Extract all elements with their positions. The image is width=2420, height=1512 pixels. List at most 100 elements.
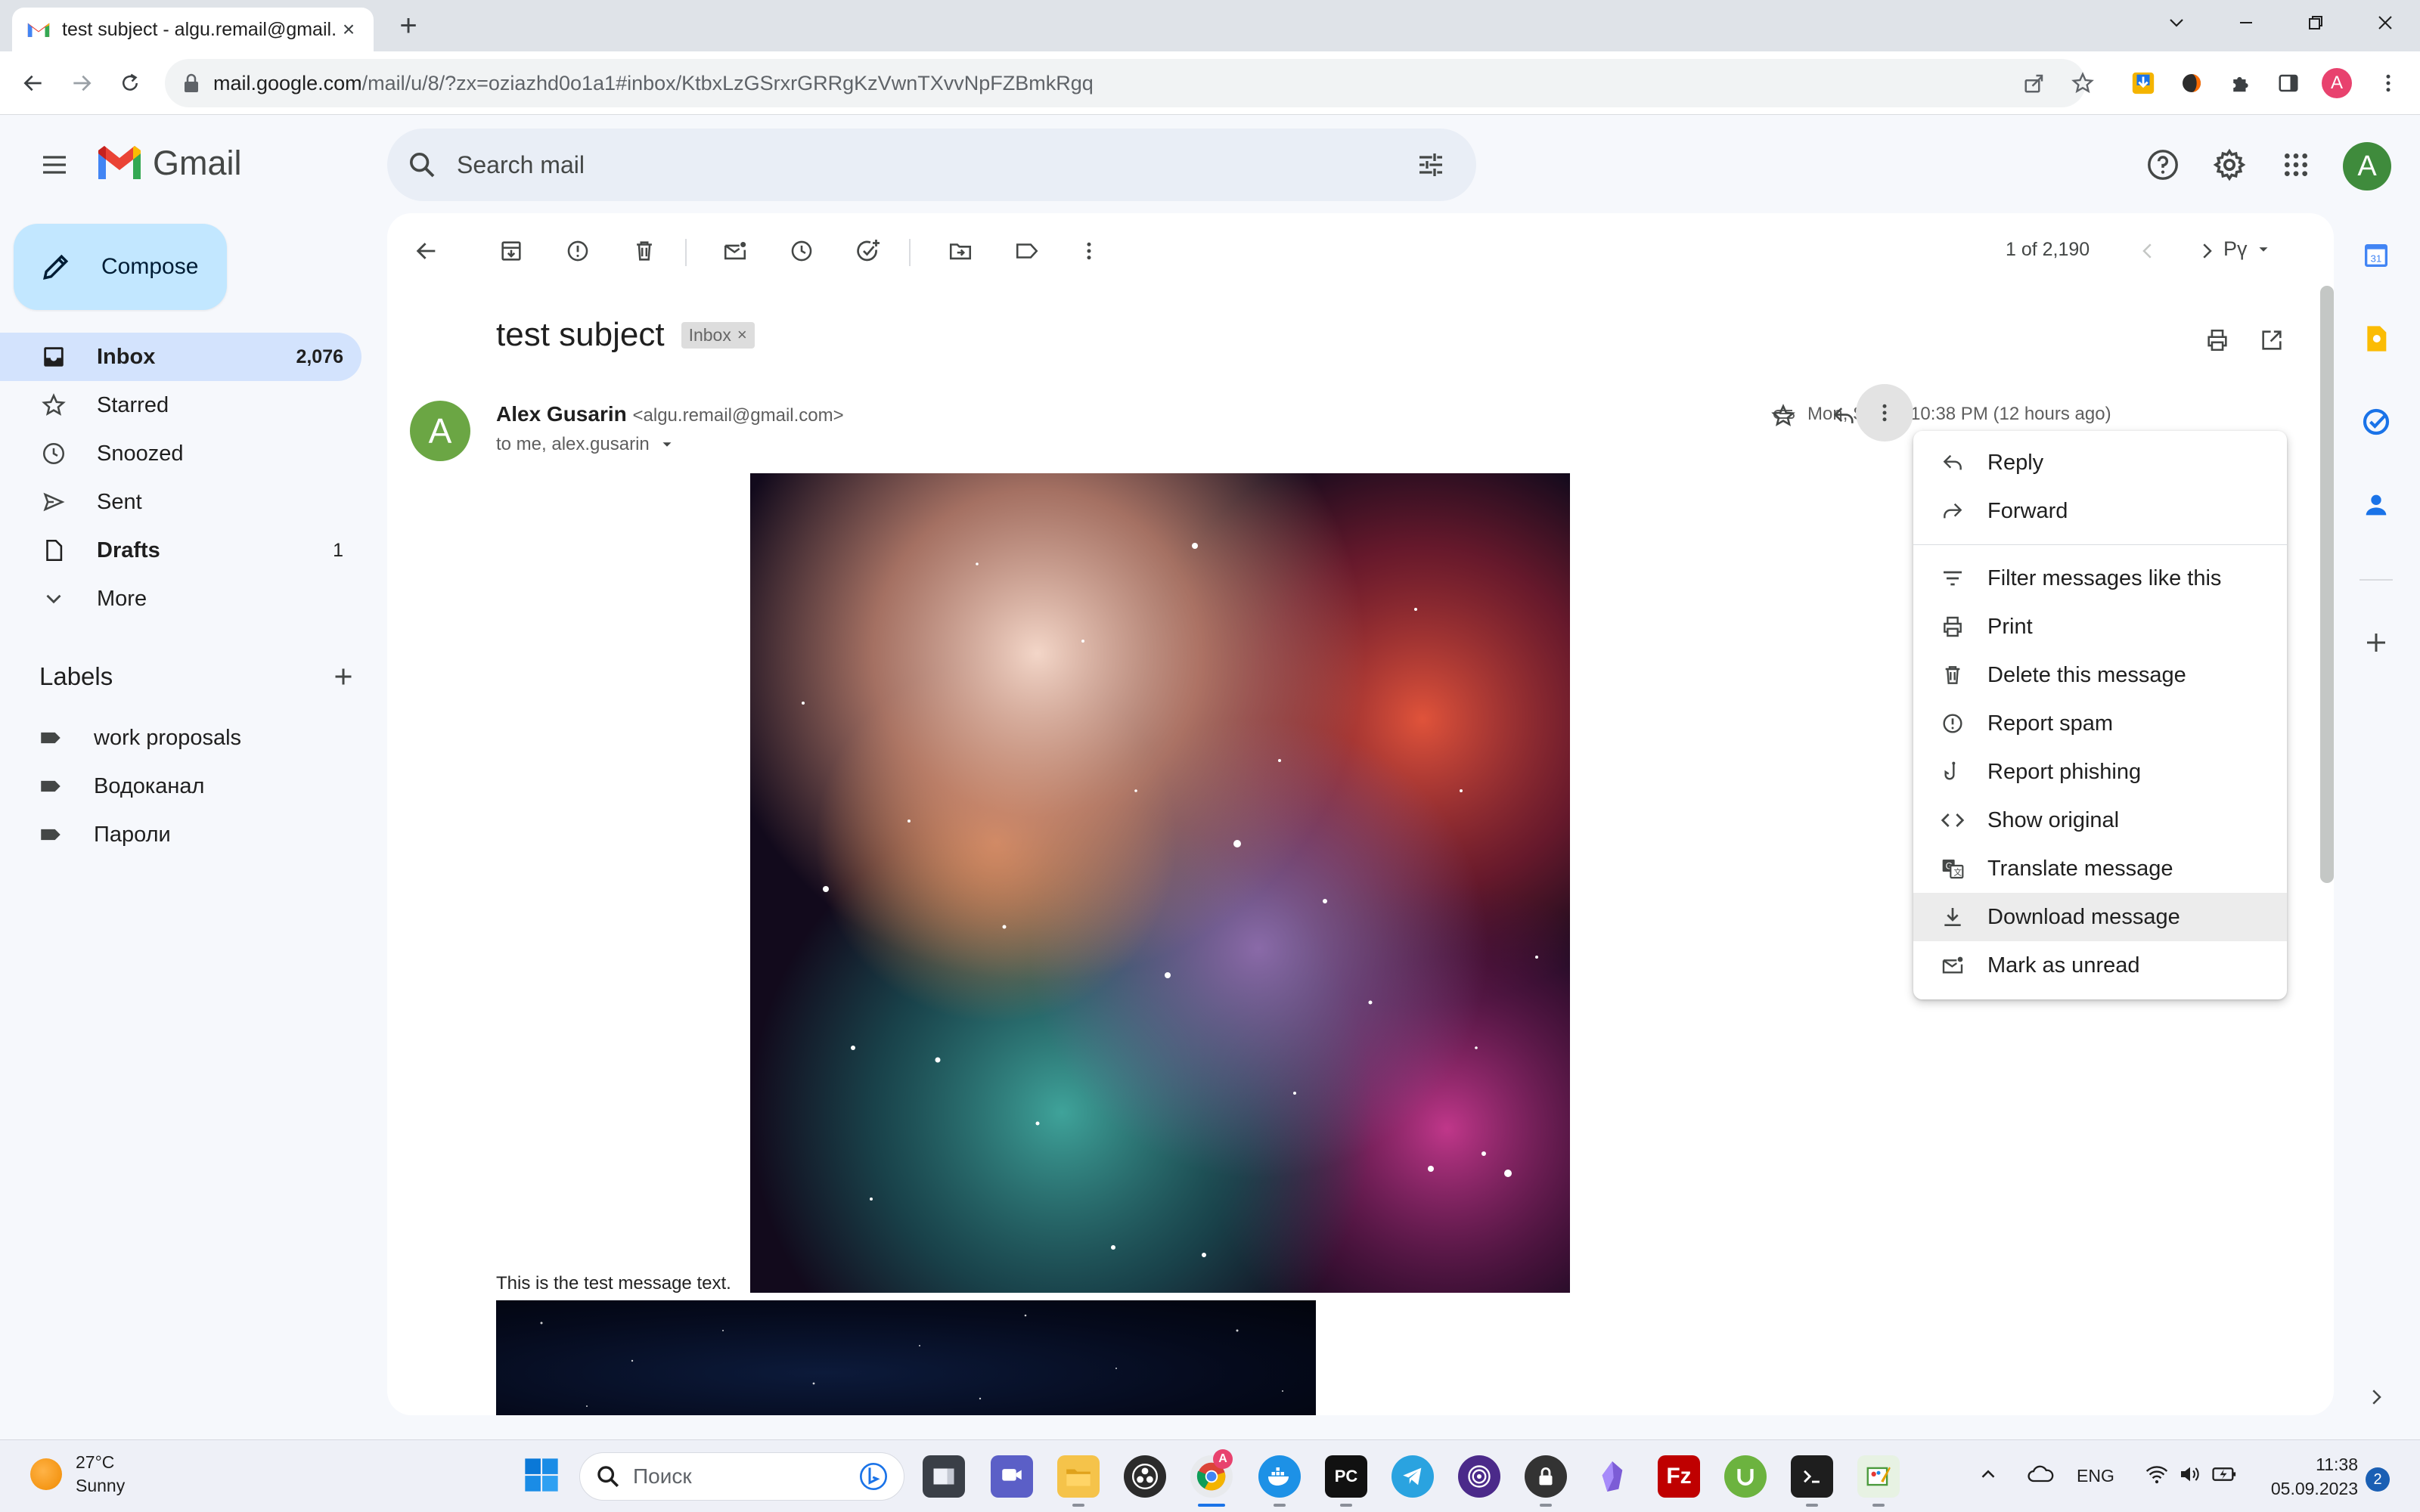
restore-button[interactable] [2297,8,2334,38]
obs-studio-icon[interactable] [1124,1455,1166,1498]
star-message-icon[interactable] [1762,395,1804,437]
delete-icon[interactable] [623,230,666,272]
system-clock[interactable]: 11:38 05.09.2023 [2260,1452,2358,1501]
settings-gear-icon[interactable] [2208,144,2251,186]
compose-button[interactable]: Compose [14,224,227,310]
label-as-icon[interactable] [1006,230,1048,272]
input-language-toggle[interactable]: Рү [2223,237,2272,261]
get-addons-plus-icon[interactable] [2358,624,2394,661]
menu-item-translate[interactable]: G文 Translate message [1913,844,2287,893]
main-menu-icon[interactable] [35,145,74,184]
account-avatar[interactable]: A [2343,142,2391,191]
password-manager-icon[interactable] [1525,1455,1567,1498]
scrollbar[interactable] [2320,286,2334,883]
menu-item-download[interactable]: Download message [1913,893,2287,941]
label-item[interactable]: Пароли [38,812,171,857]
archive-icon[interactable] [490,230,532,272]
back-button[interactable] [15,65,51,101]
battery-charging-icon[interactable] [2211,1463,2238,1486]
task-view-icon[interactable] [923,1455,965,1498]
side-panel-icon[interactable] [2273,68,2304,98]
search-input[interactable] [457,150,1416,179]
volume-icon[interactable] [2178,1463,2202,1486]
sidebar-item-sent[interactable]: Sent [0,478,361,526]
close-window-button[interactable] [2367,8,2403,38]
onedrive-cloud-icon[interactable] [2027,1463,2054,1486]
browser-tab[interactable]: test subject - algu.remail@gmail. × [12,8,374,51]
print-all-icon[interactable] [2196,319,2238,361]
sender-name[interactable]: Alex Gusarin [496,402,627,426]
tab-search-chevron-icon[interactable] [2158,8,2195,38]
show-hidden-icons-chevron-up-icon[interactable] [1977,1463,2000,1486]
search-options-icon[interactable] [1416,150,1446,180]
notification-badge[interactable]: 2 [2366,1467,2390,1492]
keep-app-icon[interactable] [2358,321,2394,357]
file-explorer-icon[interactable] [1057,1455,1100,1498]
snooze-icon[interactable] [780,230,823,272]
terminal-icon[interactable] [1791,1455,1833,1498]
reload-button[interactable] [112,65,148,101]
wifi-icon[interactable] [2145,1463,2169,1486]
telegram-icon[interactable] [1392,1455,1434,1498]
menu-item-reply[interactable]: Reply [1913,438,2287,487]
obsidian-icon[interactable] [1591,1455,1634,1498]
chrome-menu-icon[interactable] [2373,68,2403,98]
search-bar[interactable] [387,129,1476,201]
tor-browser-icon[interactable] [1458,1455,1500,1498]
sidebar-item-inbox[interactable]: Inbox 2,076 [0,333,361,381]
label-item[interactable]: work proposals [38,715,241,761]
menu-item-mark-unread[interactable]: Mark as unread [1913,941,2287,990]
profile-avatar[interactable]: A [2322,68,2352,98]
extensions-puzzle-icon[interactable] [2225,68,2255,98]
download-extension-icon[interactable] [2128,68,2158,98]
mark-unread-icon[interactable] [714,230,756,272]
bing-icon[interactable] [858,1461,889,1492]
docker-icon[interactable] [1258,1455,1301,1498]
sidebar-item-more[interactable]: More [0,575,361,623]
extension-orb-icon[interactable] [2176,68,2207,98]
menu-item-show-original[interactable]: Show original [1913,796,2287,844]
menu-item-filter[interactable]: Filter messages like this [1913,554,2287,603]
more-actions-icon[interactable] [1068,230,1110,272]
share-icon[interactable] [2019,68,2049,98]
sidebar-item-starred[interactable]: Starred [0,381,361,429]
gmail-logo[interactable]: Gmail [95,144,242,183]
help-icon[interactable] [2142,144,2184,186]
google-apps-icon[interactable] [2275,144,2317,186]
menu-item-report-phishing[interactable]: Report phishing [1913,748,2287,796]
sidebar-item-snoozed[interactable]: Snoozed [0,429,361,478]
utorrent-icon[interactable] [1724,1455,1767,1498]
pycharm-icon[interactable]: PC [1325,1455,1367,1498]
new-tab-button[interactable]: + [393,9,424,42]
tab-close-icon[interactable]: × [337,17,360,41]
forward-nav-button[interactable] [64,65,100,101]
open-new-window-icon[interactable] [2251,319,2293,361]
add-label-icon[interactable] [330,663,357,690]
add-to-tasks-icon[interactable] [847,230,889,272]
minimize-button[interactable] [2228,8,2264,38]
label-item[interactable]: Водоканал [38,764,204,809]
contacts-app-icon[interactable] [2358,487,2394,523]
teams-chat-icon[interactable] [991,1455,1033,1498]
report-spam-icon[interactable] [557,230,599,272]
weather-widget[interactable]: 27°C Sunny [30,1451,125,1498]
address-bar[interactable]: mail.google.com/mail/u/8/?zx=oziazhd0o1a… [165,59,2086,107]
menu-item-report-spam[interactable]: Report spam [1913,699,2287,748]
chrome-taskbar-icon[interactable]: A [1190,1449,1233,1498]
bookmark-star-icon[interactable] [2068,68,2098,98]
paint-app-icon[interactable] [1857,1455,1900,1498]
show-details-caret-icon[interactable] [659,436,675,453]
message-more-icon[interactable] [1856,384,1913,442]
move-to-icon[interactable] [939,230,982,272]
filezilla-icon[interactable]: Fz [1658,1455,1700,1498]
input-language-indicator[interactable]: ENG [2077,1466,2114,1486]
menu-item-forward[interactable]: Forward [1913,487,2287,535]
expand-side-panel-icon[interactable] [2358,1379,2394,1415]
taskbar-search[interactable]: Поиск [579,1452,904,1501]
sender-avatar[interactable]: A [410,401,470,461]
menu-item-delete[interactable]: Delete this message [1913,651,2287,699]
tasks-app-icon[interactable] [2358,404,2394,440]
calendar-app-icon[interactable]: 31 [2358,237,2394,274]
back-to-inbox-icon[interactable] [405,230,448,272]
search-icon[interactable] [407,150,437,180]
